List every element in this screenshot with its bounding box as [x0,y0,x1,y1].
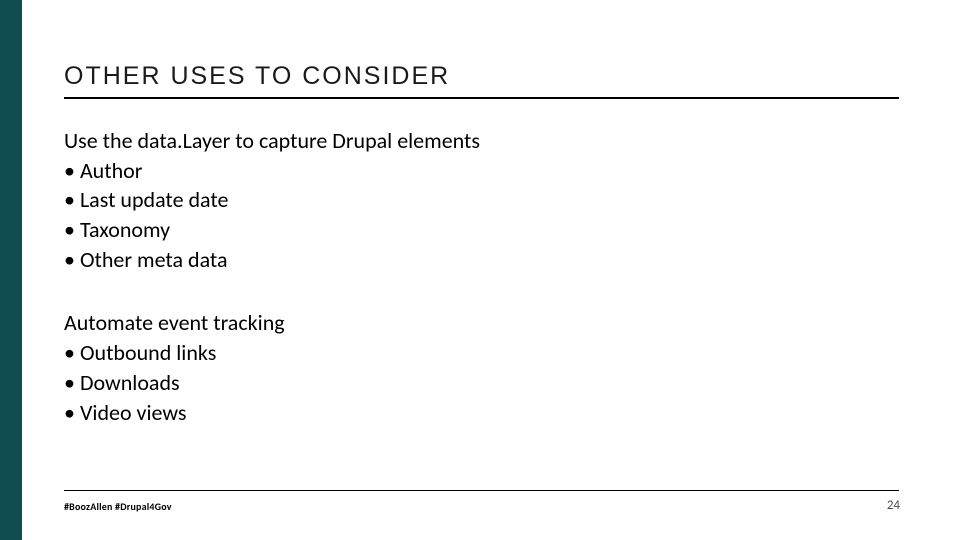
slide-content: Use the data.Layer to capture Drupal ele… [64,126,899,461]
section-1: Use the data.Layer to capture Drupal ele… [64,126,899,274]
bullet: • Taxonomy [64,215,899,245]
section-2-lead: Automate event tracking [64,308,899,338]
bullet: • Last update date [64,185,899,215]
slide-title: OTHER USES TO CONSIDER [64,62,899,99]
bullet-text: Other meta data [80,246,228,273]
footer-rule [64,490,899,491]
section-2: Automate event tracking • Outbound links… [64,308,899,427]
bullet: • Outbound links [64,338,899,368]
bullet-text: Outbound links [80,339,216,366]
bullet-text: Last update date [80,186,229,213]
slide: OTHER USES TO CONSIDER Use the data.Laye… [0,0,960,540]
bullet: • Video views [64,398,899,428]
bullet-text: Downloads [80,369,180,396]
bullet: • Other meta data [64,245,899,275]
footer-hashtags: #BoozAllen #Drupal4Gov [64,500,172,513]
bullet: • Author [64,156,899,186]
bullet-text: Taxonomy [80,216,170,243]
page-number: 24 [887,498,900,513]
bullet-text: Author [80,157,143,184]
section-1-lead: Use the data.Layer to capture Drupal ele… [64,126,899,156]
bullet: • Downloads [64,368,899,398]
side-accent-bar [0,0,22,540]
bullet-text: Video views [80,399,187,426]
